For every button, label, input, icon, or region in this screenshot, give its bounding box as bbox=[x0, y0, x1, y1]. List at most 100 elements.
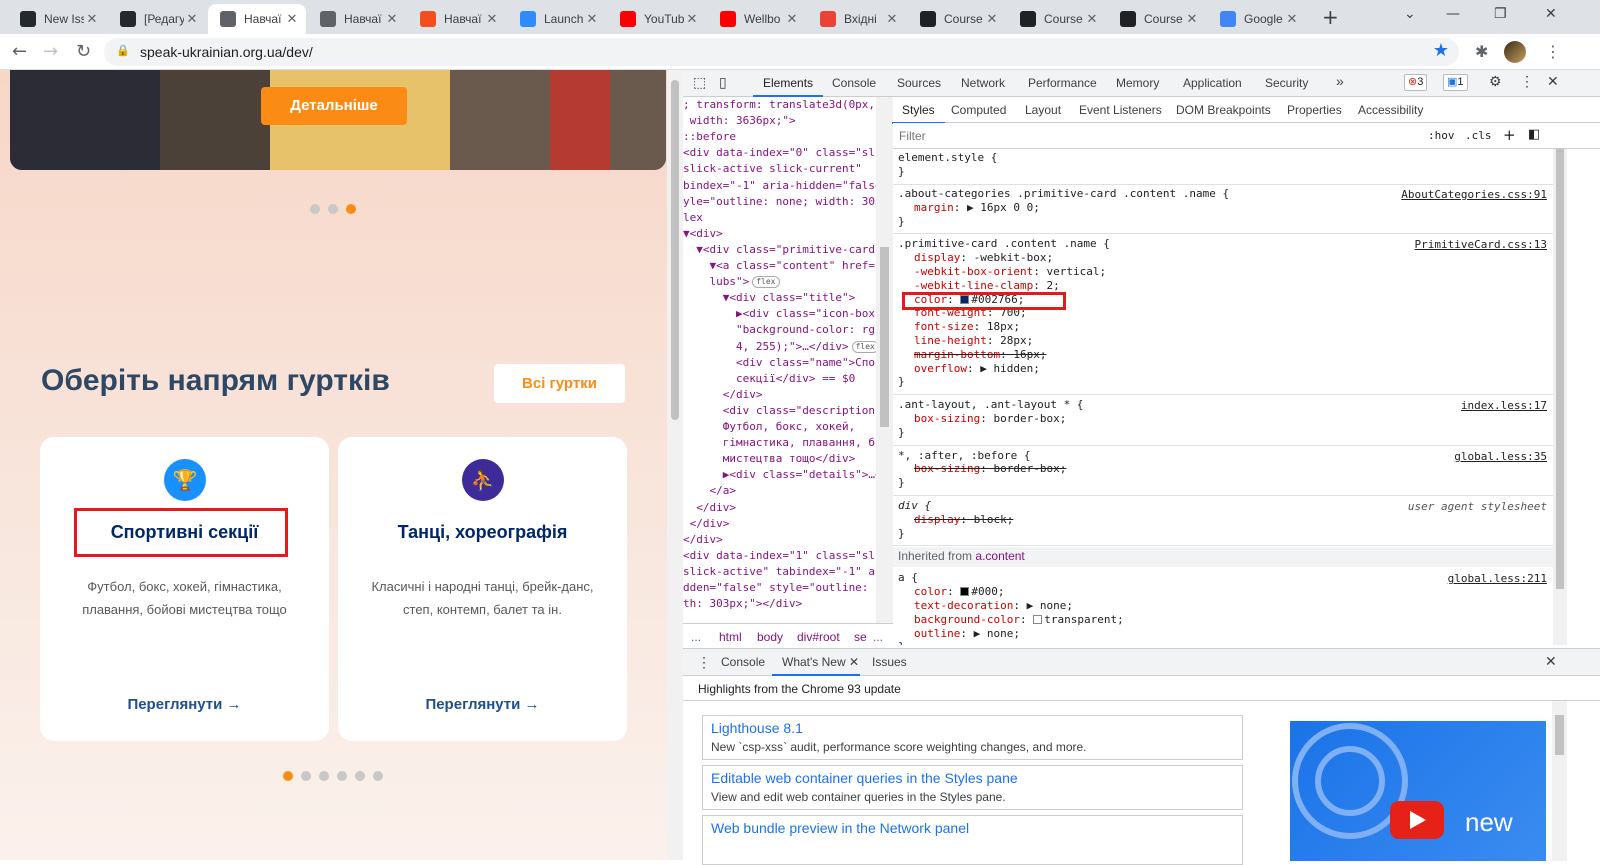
tab-elements[interactable]: Elements bbox=[752, 76, 824, 97]
menu-icon[interactable]: ⋮ bbox=[1545, 42, 1561, 61]
avatar[interactable] bbox=[1504, 41, 1526, 63]
close-tab-icon[interactable]: ✕ bbox=[684, 12, 700, 27]
details-button[interactable]: Детальніше bbox=[261, 87, 407, 125]
breadcrumb-item[interactable]: ... bbox=[691, 630, 701, 644]
css-prop-name[interactable]: overflow bbox=[914, 362, 967, 375]
breadcrumb-item[interactable]: html bbox=[719, 630, 742, 644]
carousel-dot[interactable] bbox=[301, 771, 311, 781]
dom-node-line[interactable]: ▶<div class="icon-box" bbox=[683, 306, 882, 322]
dom-node-line[interactable]: </a> bbox=[683, 483, 736, 499]
css-declaration[interactable]: outline: ▶ none; bbox=[898, 627, 1548, 641]
whats-new-title[interactable]: Lighthouse 8.1 bbox=[711, 720, 1234, 736]
carousel-dot[interactable] bbox=[337, 771, 347, 781]
css-prop-value[interactable]: ▶ hidden; bbox=[980, 362, 1040, 375]
rule-selector[interactable]: .ant-layout, .ant-layout * { bbox=[898, 398, 1548, 412]
minimize-icon[interactable]: — bbox=[1446, 6, 1460, 22]
rule-source-link[interactable]: PrimitiveCard.css:13 bbox=[1415, 238, 1547, 252]
new-tab-button[interactable]: + bbox=[1322, 5, 1339, 29]
tab-properties[interactable]: Properties bbox=[1287, 103, 1342, 117]
css-prop-name[interactable]: display bbox=[914, 513, 960, 526]
css-prop-value[interactable]: border-box; bbox=[993, 462, 1066, 475]
devtools-menu-icon[interactable]: ⋮ bbox=[1520, 73, 1534, 90]
dom-node-line[interactable]: dden="false" style="outline: r bbox=[683, 580, 882, 596]
css-declaration[interactable]: box-sizing: border-box; bbox=[898, 462, 1548, 476]
css-prop-name[interactable]: margin bbox=[914, 201, 954, 214]
close-tab-icon[interactable]: ✕ bbox=[84, 12, 100, 27]
back-icon[interactable]: ← bbox=[12, 41, 27, 62]
css-prop-name[interactable]: -webkit-box-orient bbox=[914, 265, 1033, 278]
css-prop-name[interactable]: text-decoration bbox=[914, 599, 1013, 612]
tab-title[interactable]: New Iss bbox=[44, 12, 84, 26]
chrome-update-promo-image[interactable]: new bbox=[1290, 721, 1546, 861]
close-tab-icon[interactable]: ✕ bbox=[1284, 12, 1300, 27]
rule-source-link[interactable]: global.less:211 bbox=[1448, 572, 1547, 586]
category-card[interactable]: 🏆 Спортивні секції Футбол, бокс, хокей, … bbox=[40, 437, 329, 741]
dom-node-line[interactable]: ▼<div class="title"> bbox=[683, 290, 855, 306]
tab-event-listeners[interactable]: Event Listeners bbox=[1079, 103, 1162, 117]
css-prop-name[interactable]: line-height bbox=[914, 334, 987, 347]
whats-new-title[interactable]: Web bundle preview in the Network panel bbox=[711, 820, 1234, 836]
dom-node-line[interactable]: ▼<div> bbox=[683, 226, 723, 242]
dom-node-line[interactable]: <div data-index="1" class="sli bbox=[683, 548, 882, 564]
dom-node-line[interactable]: 4, 255);">…</div> flex bbox=[683, 339, 879, 355]
css-prop-value[interactable]: block; bbox=[974, 513, 1014, 526]
dom-node-line[interactable]: <div class="name">Спо bbox=[683, 355, 875, 371]
inspect-element-icon[interactable]: ⬚ bbox=[693, 74, 706, 91]
more-tabs-icon[interactable]: » bbox=[1336, 73, 1344, 89]
tab-dom-breakpoints[interactable]: DOM Breakpoints bbox=[1176, 103, 1271, 117]
dom-node-line[interactable]: width: 3636px;"> bbox=[683, 113, 796, 129]
dom-node-line[interactable]: th: 303px;"></div> bbox=[683, 596, 802, 612]
css-prop-value[interactable]: vertical; bbox=[1046, 265, 1106, 278]
address-bar[interactable]: 🔒 speak-ukrainian.org.ua/dev/ ★ bbox=[104, 38, 1459, 66]
css-prop-name[interactable]: box-sizing bbox=[914, 412, 980, 425]
browser-tab[interactable]: Wellbo ✕ bbox=[708, 4, 806, 34]
close-drawer-icon[interactable]: ✕ bbox=[1545, 654, 1557, 670]
tab-title[interactable]: Course bbox=[944, 12, 984, 26]
browser-tab[interactable]: YouTub ✕ bbox=[608, 4, 706, 34]
tab-title[interactable]: Навчаї bbox=[344, 12, 384, 26]
whats-new-item[interactable]: Web bundle preview in the Network panel bbox=[702, 815, 1243, 865]
hov-toggle[interactable]: :hov bbox=[1428, 129, 1455, 142]
css-prop-name[interactable]: font-size bbox=[914, 320, 974, 333]
css-prop-value[interactable]: 16px; bbox=[1013, 348, 1046, 361]
breadcrumb-item[interactable]: se bbox=[854, 630, 867, 644]
css-prop-name[interactable]: background-color bbox=[914, 613, 1020, 626]
carousel-dot-active[interactable] bbox=[346, 204, 356, 214]
dom-node-line[interactable]: мистецтва тощо</div> bbox=[683, 451, 855, 467]
css-declaration[interactable]: overflow: ▶ hidden; bbox=[898, 362, 1548, 376]
tab-title[interactable]: Wellbo bbox=[744, 12, 784, 26]
tab-title[interactable]: YouTub bbox=[644, 12, 684, 26]
carousel-dot[interactable] bbox=[373, 771, 383, 781]
tab-title[interactable]: Course bbox=[1144, 12, 1184, 26]
toggle-sidebar-icon[interactable]: ◧ bbox=[1528, 127, 1540, 142]
css-prop-value[interactable]: transparent; bbox=[1044, 613, 1123, 626]
browser-tab[interactable]: Course ✕ bbox=[908, 4, 1006, 34]
carousel-dot[interactable] bbox=[355, 771, 365, 781]
dom-node-line[interactable]: </div> bbox=[683, 516, 730, 532]
flex-badge[interactable]: flex bbox=[851, 340, 879, 353]
tab-title[interactable]: Навчаї bbox=[244, 12, 284, 26]
css-prop-value[interactable]: -webkit-box; bbox=[974, 251, 1053, 264]
rule-selector[interactable]: element.style { bbox=[898, 151, 1548, 165]
css-declaration[interactable]: display: -webkit-box; bbox=[898, 251, 1548, 265]
whats-new-item[interactable]: Editable web container queries in the St… bbox=[702, 765, 1243, 810]
rule-source-link[interactable]: index.less:17 bbox=[1461, 399, 1547, 413]
dom-node-line[interactable]: slick-active" tabindex="-1" ar bbox=[683, 564, 882, 580]
css-declaration[interactable]: -webkit-box-orient: vertical; bbox=[898, 265, 1548, 279]
drawer-scrollbar[interactable] bbox=[1552, 701, 1567, 861]
tab-title[interactable]: Launch bbox=[544, 12, 584, 26]
css-prop-value[interactable]: 2; bbox=[1046, 279, 1059, 292]
css-prop-value[interactable]: 28px; bbox=[1000, 334, 1033, 347]
dom-node-line[interactable]: ▶<div class="details">…< bbox=[683, 467, 882, 483]
close-tab-icon[interactable]: ✕ bbox=[984, 12, 1000, 27]
dom-node-line[interactable]: yle="outline: none; width: 303 bbox=[683, 194, 882, 210]
rule-selector[interactable]: *, :after, :before { bbox=[898, 449, 1548, 463]
close-devtools-icon[interactable]: ✕ bbox=[1547, 73, 1559, 90]
css-declaration[interactable]: margin-bottom: 16px; bbox=[898, 348, 1548, 362]
inherited-node-link[interactable]: a.content bbox=[975, 549, 1024, 563]
css-prop-name[interactable]: box-sizing bbox=[914, 462, 980, 475]
dom-node-line[interactable]: ▼<a class="content" href=" bbox=[683, 258, 881, 274]
tab-search-icon[interactable]: ⌄ bbox=[1404, 6, 1416, 22]
browser-tab[interactable]: Навчаї ✕ bbox=[408, 4, 506, 34]
close-tab-icon[interactable]: ✕ bbox=[184, 12, 200, 27]
